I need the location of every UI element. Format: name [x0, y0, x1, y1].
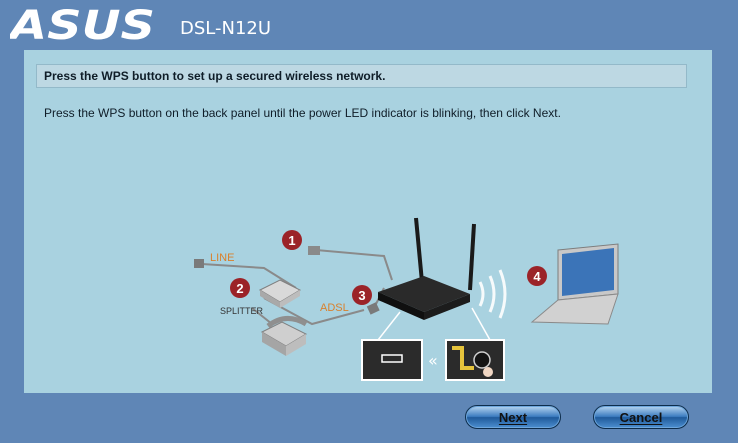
cancel-button[interactable]: Cancel: [593, 405, 689, 429]
wps-detail-callout: «: [361, 307, 505, 381]
adsl-connector-icon: [366, 302, 380, 315]
step-badge-2: 2: [230, 278, 250, 298]
next-button[interactable]: Next: [465, 405, 561, 429]
svg-text:3: 3: [358, 288, 365, 303]
adsl-label: ADSL: [320, 302, 349, 314]
splitter-icon: [258, 279, 302, 308]
telephone-icon: [260, 316, 308, 356]
step-badge-1: 1: [282, 230, 302, 250]
splitter-label: SPLITTER: [220, 306, 264, 316]
wps-setup-diagram: « LINE SPLITTER ADSL 1 2 3 4: [194, 217, 619, 381]
content-panel: Press the WPS button to set up a secured…: [24, 50, 712, 393]
step-badge-4: 4: [527, 266, 547, 286]
model-name: DSL-N12U: [180, 18, 272, 39]
line-connector-icon: [194, 259, 204, 268]
router-icon: [378, 217, 476, 320]
header: ASUS DSL-N12U: [0, 0, 738, 50]
power-plug-icon: [308, 246, 320, 255]
step-badge-3: 3: [352, 285, 372, 305]
asus-logo: ASUS: [10, 6, 155, 42]
svg-text:«: «: [428, 351, 438, 370]
svg-text:ASUS: ASUS: [10, 6, 155, 42]
laptop-icon: [530, 243, 619, 325]
svg-text:4: 4: [533, 269, 541, 284]
svg-text:2: 2: [236, 281, 243, 296]
line-label: LINE: [210, 252, 234, 264]
wifi-waves-icon: [478, 269, 507, 319]
svg-text:1: 1: [288, 233, 295, 248]
